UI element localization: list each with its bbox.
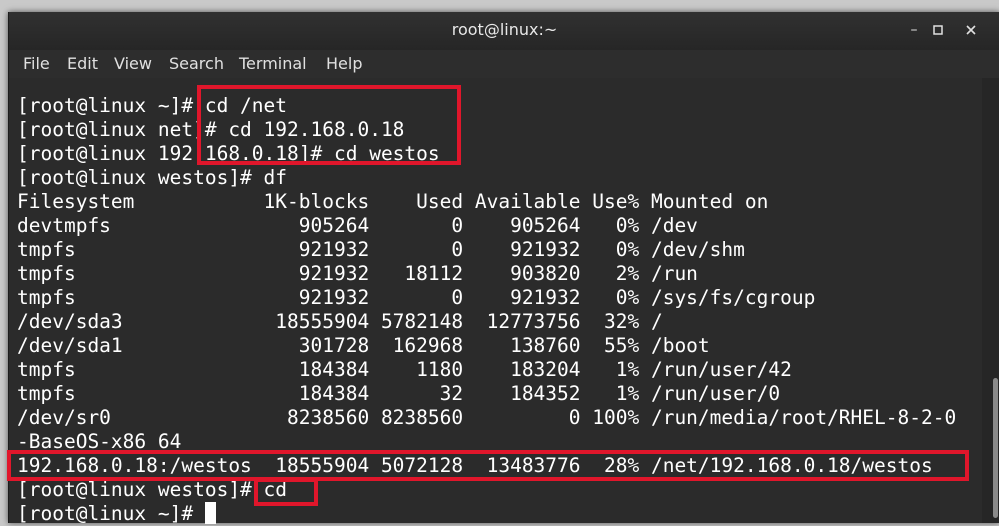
maximize-icon[interactable] <box>927 19 949 41</box>
highlight-box-cd-commands <box>197 85 461 165</box>
scrollbar-thumb[interactable] <box>993 378 998 518</box>
menu-help[interactable]: Help <box>326 54 362 73</box>
terminal-line: /dev/sda3 18555904 5782148 12773756 32% … <box>17 310 663 333</box>
text-cursor <box>204 502 216 524</box>
highlight-box-mounted-row <box>7 450 969 481</box>
terminal-line: [root@linux westos]# df <box>17 166 288 189</box>
close-icon[interactable] <box>960 19 982 41</box>
menu-view[interactable]: View <box>114 54 152 73</box>
terminal-line: tmpfs 921932 0 921932 0% /sys/fs/cgroup <box>17 286 816 309</box>
terminal-prompt: [root@linux ~]# <box>17 502 205 525</box>
window-title: root@linux:~ <box>451 20 558 39</box>
menu-file[interactable]: File <box>23 54 50 73</box>
terminal-line: tmpfs 184384 1180 183204 1% /run/user/42 <box>17 358 792 381</box>
title-bar[interactable]: root@linux:~ – <box>9 12 999 50</box>
terminal-line: tmpfs 184384 32 184352 1% /run/user/0 <box>17 382 781 405</box>
scrollbar[interactable] <box>982 78 999 523</box>
menu-bar: File Edit View Search Terminal Help <box>9 50 999 78</box>
terminal-line: devtmpfs 905264 0 905264 0% /dev <box>17 214 698 237</box>
menu-search[interactable]: Search <box>169 54 224 73</box>
terminal-line: /dev/sr0 8238560 8238560 0 100% /run/med… <box>17 406 957 429</box>
terminal-line: tmpfs 921932 18112 903820 2% /run <box>17 262 698 285</box>
terminal-prompt-line[interactable]: [root@linux ~]# <box>17 502 216 526</box>
terminal-window: root@linux:~ – File Edit View Search Ter… <box>7 12 999 526</box>
menu-terminal[interactable]: Terminal <box>239 54 307 73</box>
terminal-line: /dev/sda1 301728 162968 138760 55% /boot <box>17 334 710 357</box>
minimize-icon[interactable]: – <box>903 19 925 41</box>
menu-edit[interactable]: Edit <box>67 54 98 73</box>
terminal-output[interactable]: [root@linux ~]# cd /net [root@linux net]… <box>7 78 979 526</box>
terminal-line: tmpfs 921932 0 921932 0% /dev/shm <box>17 238 745 261</box>
highlight-box-cd-home <box>254 478 318 506</box>
close-icon-shape <box>966 25 976 35</box>
maximize-icon-shape <box>933 25 943 35</box>
terminal-line: [root@linux westos]# cd <box>17 478 288 501</box>
terminal-line: Filesystem 1K-blocks Used Available Use%… <box>17 190 769 213</box>
